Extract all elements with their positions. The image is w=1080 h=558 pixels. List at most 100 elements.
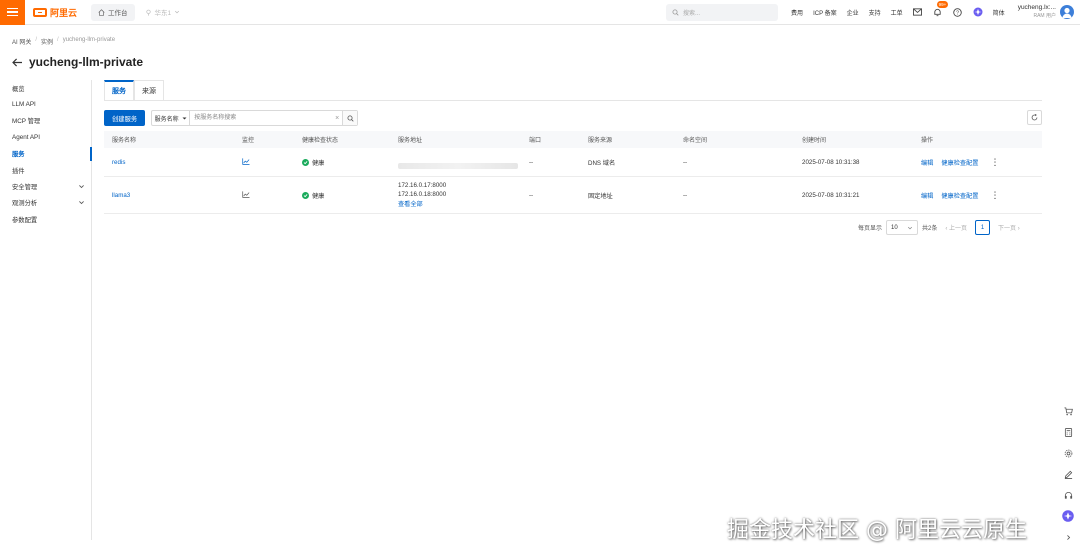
sidebar-item-llm-api[interactable]: LLM API — [0, 96, 91, 112]
more-actions-icon[interactable]: ⋮ — [991, 158, 1000, 167]
service-name-link[interactable]: llama3 — [112, 192, 130, 199]
refresh-button[interactable] — [1027, 110, 1042, 125]
top-link-billing[interactable]: 费用 — [791, 8, 803, 17]
column-header: 服务来源 — [588, 138, 613, 144]
column-header: 监控 — [242, 138, 255, 144]
language-switcher[interactable]: 简体 — [993, 8, 1005, 17]
sidebar-item-services[interactable]: 服务 — [0, 146, 92, 162]
create-service-button[interactable]: 创建服务 — [104, 110, 146, 126]
workbench-label: 工作台 — [108, 10, 128, 17]
region-selector[interactable]: 华东1 — [145, 7, 181, 17]
sidebar-item-overview[interactable]: 概览 — [0, 80, 91, 96]
table-row: redis 健康 -- DNS 域名 -- 2025-07-08 10:31:3… — [104, 148, 1042, 177]
user-role: RAM 用户 — [1033, 13, 1056, 19]
top-navigation-bar: 阿里云 工作台 华东1 搜索... 费用 ICP 备案 企业 支持 工单 99+… — [0, 0, 1080, 25]
per-page-label: 每页显示 — [858, 226, 883, 232]
help-icon[interactable]: ? — [952, 6, 964, 18]
edit-pen-icon[interactable] — [1062, 468, 1074, 480]
svg-text:?: ? — [956, 10, 959, 16]
service-source-cell: DNS 域名 — [588, 159, 616, 167]
search-group: 服务名称 × — [151, 110, 359, 126]
top-link-enterprise[interactable]: 企业 — [847, 8, 859, 17]
table-header: 服务名称 监控 健康检查状态 服务地址 端口 服务来源 命名空间 创建时间 操作 — [104, 131, 1042, 148]
tab-services[interactable]: 服务 — [104, 80, 134, 100]
sidebar-item-agent-api[interactable]: Agent API — [0, 129, 91, 145]
page-size-select[interactable]: 10 — [886, 220, 919, 235]
logo-text: 阿里云 — [50, 7, 78, 18]
more-actions-icon[interactable]: ⋮ — [991, 191, 1000, 200]
sidebar-item-observability[interactable]: 观测分析 — [0, 195, 91, 211]
sidebar-item-label: 概览 — [12, 85, 25, 93]
workbench-button[interactable]: 工作台 — [91, 3, 135, 21]
top-link-ticket[interactable]: 工单 — [891, 8, 903, 17]
menu-icon[interactable] — [0, 0, 25, 25]
sidebar-item-security[interactable]: 安全管理 — [0, 178, 91, 194]
health-status: 健康 — [302, 158, 390, 167]
edit-link[interactable]: 编辑 — [921, 191, 933, 200]
sidebar-item-params[interactable]: 参数配置 — [0, 211, 91, 227]
ai-assistant-float-icon[interactable] — [1062, 510, 1074, 522]
service-address: 172.16.0.17:8000 — [398, 181, 447, 189]
top-right-area: 搜索... 费用 ICP 备案 企业 支持 工单 99+ ? 简体 yuchen… — [666, 0, 1080, 25]
chevron-right-icon[interactable] — [1062, 531, 1074, 543]
pagination: 每页显示 10 共2条 ‹ 上一页 1 下一页 › — [858, 220, 1020, 235]
calculator-icon[interactable] — [1062, 426, 1074, 438]
user-info[interactable]: yucheng.lx:... RAM 用户 — [1018, 4, 1056, 20]
region-label: 华东1 — [154, 10, 172, 17]
headset-icon[interactable] — [1062, 489, 1074, 501]
bell-icon[interactable]: 99+ — [932, 1, 949, 18]
top-link-icp[interactable]: ICP 备案 — [813, 8, 837, 17]
view-all-link[interactable]: 查看全部 — [398, 200, 521, 210]
monitor-chart-icon[interactable] — [242, 190, 250, 198]
next-page-button[interactable]: 下一页 › — [998, 223, 1020, 232]
settings-gear-icon[interactable] — [1062, 447, 1074, 459]
search-field-label: 服务名称 — [154, 116, 179, 123]
service-search-input[interactable] — [190, 111, 333, 125]
chevron-down-icon — [175, 10, 180, 14]
global-search-input[interactable]: 搜索... — [666, 3, 779, 21]
tab-divider — [104, 100, 1042, 101]
namespace-cell: -- — [683, 158, 688, 166]
chevron-down-icon — [79, 185, 84, 189]
watermark-text: 掘金技术社区 @ 阿里云云原生 — [727, 518, 1027, 543]
namespace-cell: -- — [683, 191, 688, 199]
page-size-value: 10 — [891, 224, 898, 231]
sidebar-item-plugins[interactable]: 插件 — [0, 162, 91, 178]
page-number-current[interactable]: 1 — [975, 220, 991, 235]
clear-icon[interactable]: × — [332, 111, 342, 125]
top-link-support[interactable]: 支持 — [869, 8, 881, 17]
aliyun-logo-mark — [33, 7, 47, 17]
sidebar-item-label: 服务 — [12, 151, 25, 159]
avatar[interactable] — [1060, 5, 1074, 19]
breadcrumb-item-ai-gateway[interactable]: AI 网关 — [12, 37, 31, 46]
page-header: yucheng-llm-private — [12, 55, 143, 69]
refresh-icon — [1031, 114, 1038, 121]
edit-link[interactable]: 编辑 — [921, 158, 933, 167]
service-source-cell: 固定地址 — [588, 192, 613, 200]
breadcrumb-separator: / — [35, 37, 38, 43]
health-status: 健康 — [302, 191, 390, 200]
ai-assistant-icon[interactable] — [972, 6, 984, 18]
health-check-config-link[interactable]: 健康检查配置 — [941, 191, 978, 200]
column-header: 创建时间 — [802, 138, 827, 144]
prev-page-button[interactable]: ‹ 上一页 — [945, 223, 967, 232]
sidebar-item-label: 插件 — [12, 167, 25, 175]
tab-bar: 服务 来源 — [104, 80, 164, 100]
tab-sources[interactable]: 来源 — [134, 80, 164, 100]
breadcrumb: AI 网关 / 实例 / yucheng-llm-private — [12, 37, 115, 46]
cart-icon[interactable] — [1062, 405, 1074, 417]
back-arrow-icon[interactable] — [12, 57, 23, 67]
search-button[interactable] — [342, 111, 358, 125]
total-count: 共2条 — [922, 226, 938, 232]
search-field-select[interactable]: 服务名称 — [152, 111, 191, 125]
aliyun-logo[interactable]: 阿里云 — [33, 6, 77, 19]
health-check-config-link[interactable]: 健康检查配置 — [941, 158, 978, 167]
column-header: 端口 — [529, 138, 542, 144]
monitor-chart-icon[interactable] — [242, 157, 250, 165]
sidebar-item-label: MCP 管理 — [12, 118, 41, 126]
mail-icon[interactable] — [912, 6, 924, 18]
toolbar: 创建服务 服务名称 × — [104, 110, 359, 126]
sidebar-item-mcp[interactable]: MCP 管理 — [0, 113, 91, 129]
service-name-link[interactable]: redis — [112, 159, 125, 166]
breadcrumb-item-instance[interactable]: 实例 — [41, 37, 53, 46]
